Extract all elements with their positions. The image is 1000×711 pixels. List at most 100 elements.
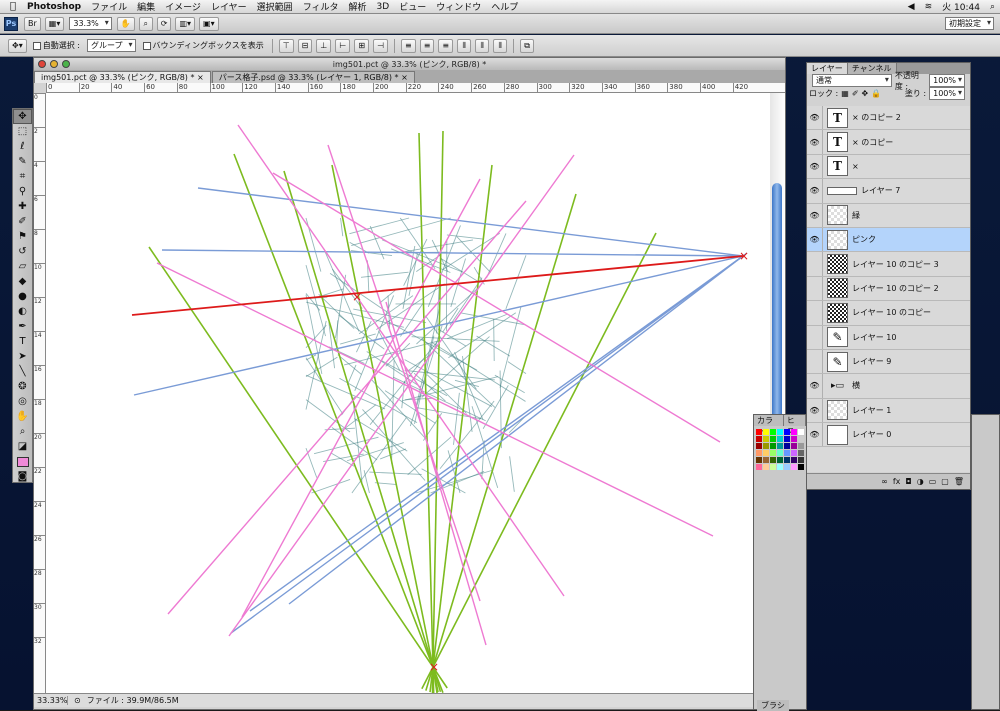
crop-tool-icon[interactable]: ⌗ xyxy=(13,169,32,184)
workspace-switcher[interactable]: 初期設定 xyxy=(945,17,994,30)
color-swatch[interactable] xyxy=(770,436,776,442)
link-layers-icon[interactable]: ∞ xyxy=(881,477,888,486)
fill-input[interactable]: 100% xyxy=(929,87,965,100)
color-swatch[interactable] xyxy=(777,429,783,435)
distribute-top-icon[interactable]: ≡ xyxy=(401,39,416,53)
layer-row[interactable]: 👁ピンク xyxy=(807,228,970,252)
rotate-view-icon[interactable]: ⟳ xyxy=(157,17,172,31)
menu-app-name[interactable]: Photoshop xyxy=(22,2,86,12)
lock-transparency-icon[interactable]: ▦ xyxy=(841,89,849,98)
menu-window[interactable]: ウィンドウ xyxy=(431,0,486,13)
auto-align-icon[interactable]: ⧉ xyxy=(520,39,534,53)
add-mask-icon[interactable]: ◘ xyxy=(905,477,911,486)
healing-brush-tool-icon[interactable]: ✚ xyxy=(13,199,32,214)
status-zoom-value[interactable]: 33.33% xyxy=(34,696,68,705)
opacity-input[interactable]: 100% xyxy=(929,74,965,87)
default-colors-icon[interactable]: ◪ xyxy=(13,439,32,454)
screen-mode-button[interactable]: ▣▾ xyxy=(199,17,219,31)
color-swatch[interactable] xyxy=(791,450,797,456)
align-top-icon[interactable]: ⊤ xyxy=(279,39,294,53)
distribute-vcenter-icon[interactable]: ≡ xyxy=(420,39,435,53)
distribute-hcenter-icon[interactable]: ⦀ xyxy=(475,39,489,53)
menubar-clock[interactable]: 火 10:44 xyxy=(937,0,985,13)
color-swatch[interactable] xyxy=(777,436,783,442)
3d-rotate-tool-icon[interactable]: ❂ xyxy=(13,379,32,394)
minimize-window-icon[interactable] xyxy=(50,60,58,68)
zoom-tool-icon[interactable]: ⌕ xyxy=(139,17,153,31)
distribute-bottom-icon[interactable]: ≡ xyxy=(438,39,453,53)
view-extras-button[interactable]: ▦▾ xyxy=(45,17,65,31)
image-canvas[interactable]: ××× xyxy=(46,93,770,693)
tab-img501[interactable]: img501.pct @ 33.3% (ピンク, RGB/8) * × xyxy=(34,71,211,83)
volume-icon[interactable]: ◀ xyxy=(903,2,920,12)
quick-mask-icon[interactable]: ◙ xyxy=(13,469,32,484)
menu-image[interactable]: イメージ xyxy=(160,0,206,13)
new-group-icon[interactable]: ▭ xyxy=(929,477,937,486)
distribute-left-icon[interactable]: ⦀ xyxy=(457,39,471,53)
color-swatch[interactable] xyxy=(791,436,797,442)
color-swatch[interactable] xyxy=(798,429,804,435)
document-titlebar[interactable]: img501.pct @ 33.3% (ピンク, RGB/8) * xyxy=(34,58,785,70)
visibility-eye-icon[interactable]: 👁 xyxy=(807,423,823,446)
visibility-eye-icon[interactable] xyxy=(807,277,823,300)
adjustment-layer-icon[interactable]: ◑ xyxy=(917,477,924,486)
visibility-eye-icon[interactable] xyxy=(807,301,823,324)
visibility-eye-icon[interactable]: 👁 xyxy=(807,130,823,153)
color-swatch[interactable] xyxy=(756,464,762,470)
color-swatch[interactable] xyxy=(756,457,762,463)
zoom-window-icon[interactable] xyxy=(62,60,70,68)
color-swatch[interactable] xyxy=(784,457,790,463)
color-swatch[interactable] xyxy=(770,457,776,463)
visibility-eye-icon[interactable]: 👁 xyxy=(807,399,823,422)
tab-channels[interactable]: チャンネル xyxy=(848,63,897,74)
layer-row[interactable]: 👁レイヤー 0 xyxy=(807,423,970,447)
visibility-eye-icon[interactable]: 👁 xyxy=(807,204,823,227)
color-swatch[interactable] xyxy=(784,429,790,435)
close-tab-icon[interactable]: × xyxy=(197,73,204,82)
tab-layers[interactable]: レイヤー xyxy=(807,63,848,74)
path-selection-tool-icon[interactable]: ➤ xyxy=(13,349,32,364)
color-swatch[interactable] xyxy=(777,450,783,456)
bounding-box-checkbox[interactable]: バウンディングボックスを表示 xyxy=(143,40,264,51)
color-swatch[interactable] xyxy=(770,450,776,456)
auto-select-target-select[interactable]: グループ xyxy=(87,39,136,52)
status-info-icon[interactable]: ⊙ xyxy=(68,696,87,705)
menu-filter[interactable]: フィルタ xyxy=(298,0,344,13)
clone-stamp-tool-icon[interactable]: ⚑ xyxy=(13,229,32,244)
color-swatch[interactable] xyxy=(798,450,804,456)
paint-bucket-tool-icon[interactable]: ◆ xyxy=(13,274,32,289)
foreground-color-swatch[interactable] xyxy=(13,454,32,469)
layer-row[interactable]: 👁▸▭横 xyxy=(807,374,970,398)
layer-row[interactable]: ✎レイヤー 10 xyxy=(807,326,970,350)
delete-layer-icon[interactable]: 🗑 xyxy=(954,477,964,486)
foreground-color-chip[interactable] xyxy=(17,457,29,467)
close-window-icon[interactable] xyxy=(38,60,46,68)
align-right-icon[interactable]: ⊣ xyxy=(373,39,388,53)
tab-histogram[interactable]: ヒス xyxy=(784,415,806,426)
color-swatch[interactable] xyxy=(763,450,769,456)
zoom-level-select[interactable]: 33.3% xyxy=(69,17,111,30)
visibility-eye-icon[interactable]: 👁 xyxy=(807,106,823,129)
pen-tool-icon[interactable]: ✒ xyxy=(13,319,32,334)
3d-orbit-tool-icon[interactable]: ◎ xyxy=(13,394,32,409)
layer-row[interactable]: レイヤー 10 のコピー 2 xyxy=(807,277,970,301)
eyedropper-tool-icon[interactable]: ⚲ xyxy=(13,184,32,199)
color-swatch[interactable] xyxy=(784,436,790,442)
brush-tool-icon[interactable]: ✐ xyxy=(13,214,32,229)
color-swatch[interactable] xyxy=(756,443,762,449)
move-tool-icon[interactable]: ✥ xyxy=(13,109,32,124)
lock-position-icon[interactable]: ✥ xyxy=(862,89,869,98)
marquee-tool-icon[interactable]: ⬚ xyxy=(13,124,32,139)
menu-edit[interactable]: 編集 xyxy=(132,0,160,13)
color-swatch[interactable] xyxy=(798,457,804,463)
align-vcenter-icon[interactable]: ⊟ xyxy=(298,39,313,53)
bounding-box-checkbox-box[interactable] xyxy=(143,42,151,50)
menu-select[interactable]: 選択範囲 xyxy=(252,0,298,13)
layer-row[interactable]: レイヤー 10 のコピー 3 xyxy=(807,252,970,276)
lock-pixels-icon[interactable]: ✐ xyxy=(852,89,859,98)
hand-tool-icon[interactable]: ✋ xyxy=(117,17,135,31)
align-bottom-icon[interactable]: ⊥ xyxy=(316,39,331,53)
line-tool-icon[interactable]: ╲ xyxy=(13,364,32,379)
color-swatch[interactable] xyxy=(770,443,776,449)
color-swatch[interactable] xyxy=(784,443,790,449)
